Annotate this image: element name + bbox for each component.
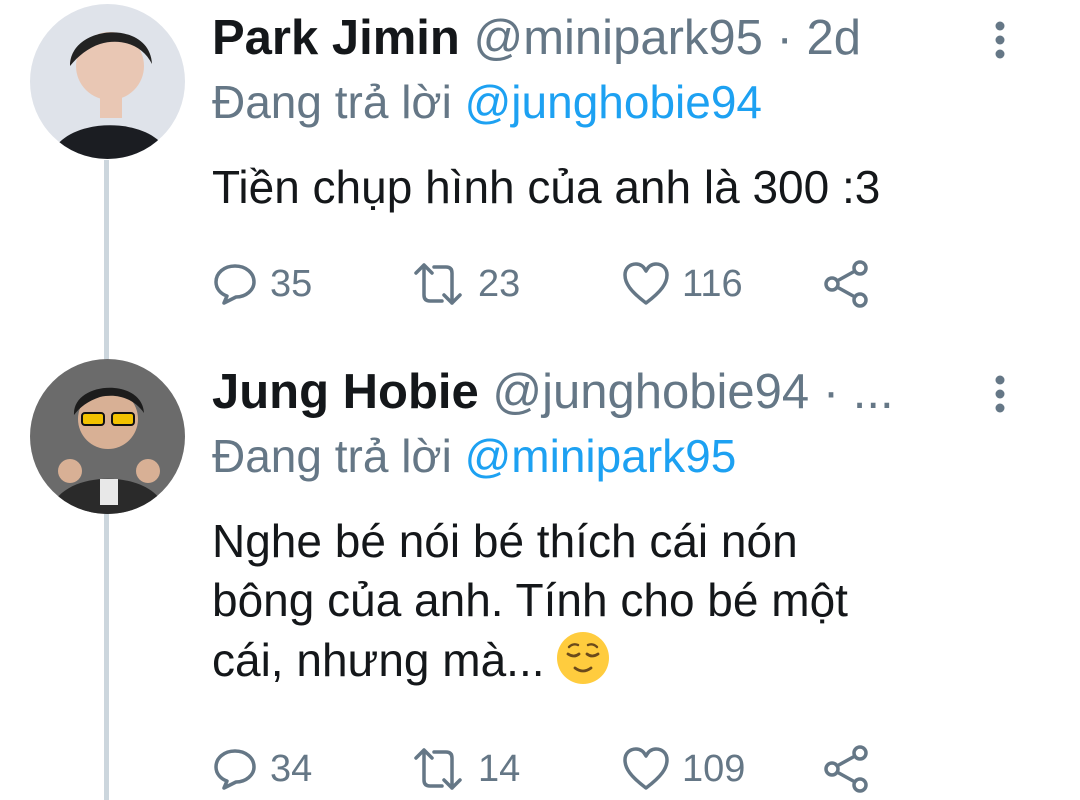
- tweet-text-line: bông của anh. Tính cho bé một: [212, 574, 848, 626]
- retweet-icon: [414, 263, 462, 305]
- reply-count: 34: [270, 747, 313, 790]
- more-options-icon[interactable]: [986, 20, 1014, 60]
- heart-icon: [623, 747, 669, 790]
- tweet-text-line: Nghe bé nói bé thích cái nón: [212, 515, 798, 567]
- like-count: 116: [682, 262, 743, 305]
- tweet-text-line-last: cái, nhưng mà...: [212, 630, 1032, 690]
- timestamp[interactable]: ...: [853, 365, 894, 419]
- reply-count: 35: [270, 262, 313, 305]
- tweet-2[interactable]: Jung Hobie @junghobie94 · ... Đang trả l…: [0, 348, 1080, 793]
- reply-button[interactable]: 34: [212, 741, 312, 797]
- avatar[interactable]: [30, 4, 185, 159]
- reply-icon: [214, 749, 256, 790]
- tweet-actions: 35 23 116: [212, 256, 912, 312]
- tweet-text: Tiền chụp hình của anh là 300 :3: [212, 161, 881, 213]
- separator: ·: [822, 365, 840, 419]
- share-button[interactable]: [822, 741, 872, 797]
- timestamp[interactable]: 2d: [806, 11, 861, 65]
- retweet-count: 23: [478, 262, 521, 305]
- like-button[interactable]: 116: [622, 256, 743, 312]
- display-name[interactable]: Jung Hobie: [212, 365, 479, 419]
- replying-to: Đang trả lời @minipark95: [212, 426, 736, 486]
- reply-icon: [214, 264, 256, 305]
- replying-to-handle[interactable]: @junghobie94: [465, 76, 762, 128]
- heart-icon: [623, 262, 669, 305]
- retweet-count: 14: [478, 747, 521, 790]
- relieved-face-icon: [556, 632, 609, 684]
- share-icon: [824, 745, 868, 793]
- tweet-header: Jung Hobie @junghobie94 · ...: [212, 360, 1020, 424]
- like-count: 109: [682, 747, 746, 790]
- replying-to-handle[interactable]: @minipark95: [465, 430, 737, 482]
- tweet-text-line: cái, nhưng mà...: [212, 634, 545, 686]
- replying-to-label: Đang trả lời: [212, 76, 452, 128]
- retweet-icon: [414, 748, 462, 790]
- tweet-header: Park Jimin @minipark95 · 2d: [212, 6, 1020, 70]
- share-button[interactable]: [822, 256, 872, 312]
- user-handle[interactable]: @minipark95: [473, 11, 762, 65]
- reply-button[interactable]: 35: [212, 256, 312, 312]
- tweet-actions: 34 14 109: [212, 741, 912, 797]
- retweet-button[interactable]: 14: [410, 741, 520, 797]
- like-button[interactable]: 109: [622, 741, 745, 797]
- tweet-text: Nghe bé nói bé thích cái nón bông của an…: [212, 512, 1032, 690]
- more-options-icon[interactable]: [986, 374, 1014, 414]
- replying-to-label: Đang trả lời: [212, 430, 452, 482]
- replying-to: Đang trả lời @junghobie94: [212, 72, 762, 132]
- avatar[interactable]: [30, 359, 185, 514]
- display-name[interactable]: Park Jimin: [212, 11, 460, 65]
- retweet-button[interactable]: 23: [410, 256, 520, 312]
- separator: ·: [776, 11, 793, 65]
- tweet-1[interactable]: Park Jimin @minipark95 · 2d Đang trả lời…: [0, 0, 1080, 330]
- share-icon: [824, 260, 868, 308]
- user-handle[interactable]: @junghobie94: [492, 365, 809, 419]
